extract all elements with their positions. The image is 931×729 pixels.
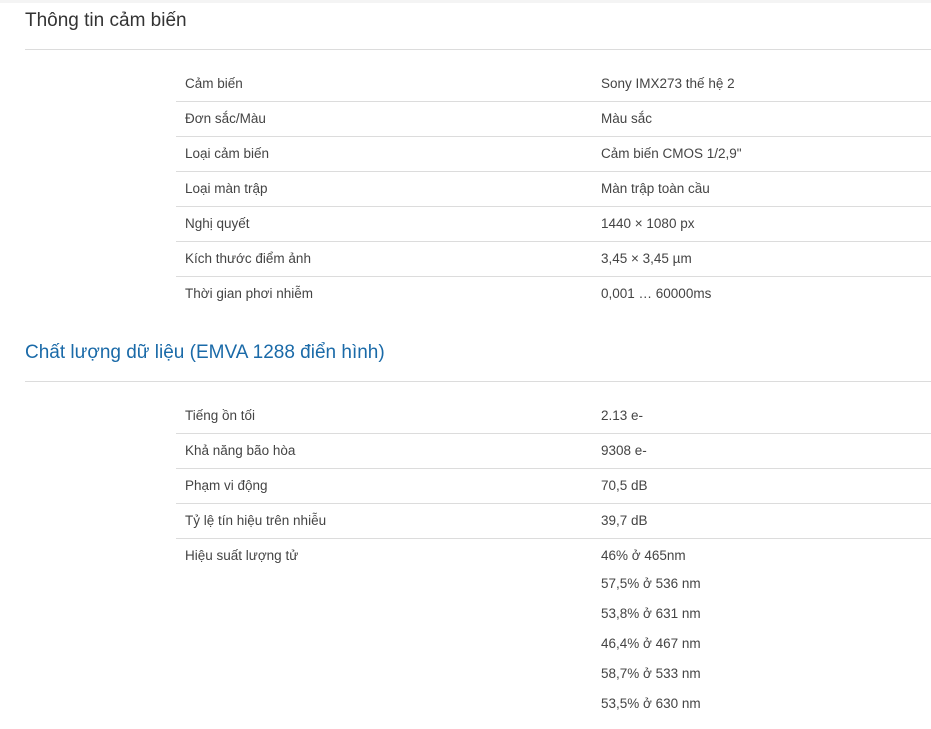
spec-label: Cảm biến [185,76,243,91]
table-row: Kích thước điểm ảnh 3,45 × 3,45 µm [176,241,931,277]
spec-label: Hiệu suất lượng tử [176,538,601,719]
spec-value: 2.13 e- [601,408,644,423]
spec-value: Màn trập toàn cầu [601,171,931,207]
spec-label: Loại cảm biến [176,136,601,172]
table-row-quantum-efficiency: Hiệu suất lượng tử 46% ở 465nm 57,5% ở 5… [176,538,931,719]
table-row: Tiếng ồn tối 2.13 e- [176,399,931,434]
qe-value: 58,7% ở 533 nm [601,666,701,681]
data-quality-table: Tiếng ồn tối 2.13 e- Khả năng bão hòa 93… [176,399,931,719]
qe-value: 57,5% ở 536 nm [601,576,701,591]
table-row: Cảm biến Sony IMX273 thế hệ 2 [176,67,931,102]
qe-value: 46% ở 465nm [601,548,686,563]
spec-label: Đơn sắc/Màu [176,101,601,137]
table-row: Loại cảm biến Cảm biến CMOS 1/2,9" [176,136,931,172]
section-title-data-quality: Chất lượng dữ liệu (EMVA 1288 điển hình) [25,342,385,363]
table-row: Phạm vi động 70,5 dB [176,468,931,504]
table-row: Tỷ lệ tín hiệu trên nhiễu 39,7 dB [176,503,931,539]
table-row: Thời gian phơi nhiễm 0,001 … 60000ms [176,276,931,311]
qe-value: 53,5% ở 630 nm [601,696,701,711]
spec-value: 0,001 … 60000ms [601,276,931,311]
section-title-sensor-info: Thông tin cảm biến [25,10,187,31]
table-row: Khả năng bão hòa 9308 e- [176,433,931,469]
spec-label: Kích thước điểm ảnh [176,241,601,277]
table-row: Nghị quyết 1440 × 1080 px [176,206,931,242]
section-divider [25,381,931,382]
spec-value: 39,7 dB [601,503,931,539]
spec-value: 1440 × 1080 px [601,206,931,242]
spec-label: Loại màn trập [176,171,601,207]
spec-label: Tỷ lệ tín hiệu trên nhiễu [176,503,601,539]
table-row: Loại màn trập Màn trập toàn cầu [176,171,931,207]
spec-value: Cảm biến CMOS 1/2,9" [601,136,931,172]
spec-value: Màu sắc [601,101,931,137]
spec-label: Nghị quyết [176,206,601,242]
spec-label: Phạm vi động [176,468,601,504]
top-strip [0,0,931,3]
spec-label: Tiếng ồn tối [185,408,256,423]
spec-value-list: 46% ở 465nm 57,5% ở 536 nm 53,8% ở 631 n… [601,538,931,719]
spec-value: 3,45 × 3,45 µm [601,241,931,277]
qe-value: 53,8% ở 631 nm [601,606,701,621]
table-row: Đơn sắc/Màu Màu sắc [176,101,931,137]
section-divider [25,49,931,50]
spec-label: Khả năng bão hòa [176,433,601,469]
sensor-info-table: Cảm biến Sony IMX273 thế hệ 2 Đơn sắc/Mà… [176,67,931,311]
spec-value: 70,5 dB [601,468,931,504]
spec-value: 9308 e- [601,433,931,469]
spec-label: Thời gian phơi nhiễm [176,276,601,311]
qe-value: 46,4% ở 467 nm [601,636,701,651]
spec-value: Sony IMX273 thế hệ 2 [601,76,735,91]
